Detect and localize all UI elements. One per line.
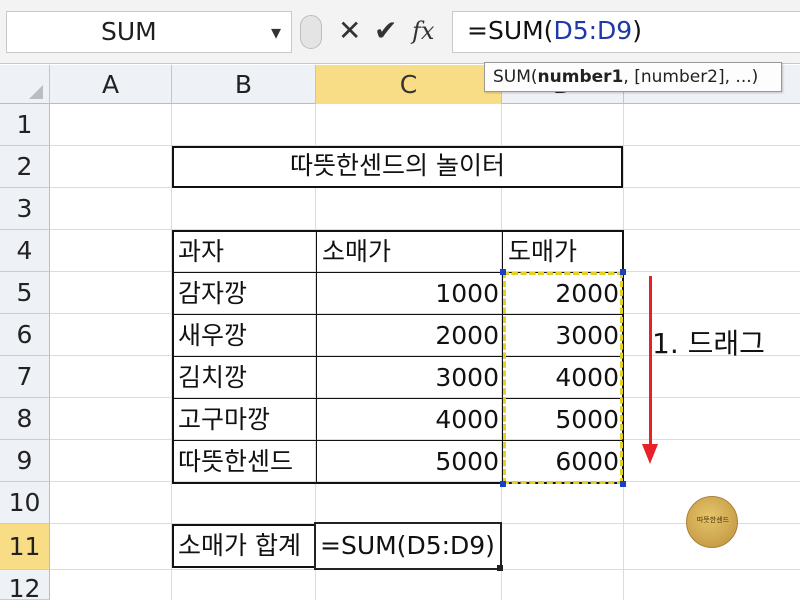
column-header-a[interactable]: A xyxy=(50,65,172,104)
retail-price-cell[interactable]: 2000 xyxy=(317,316,502,356)
insert-function-icon[interactable]: fx xyxy=(412,17,434,45)
row-header-8[interactable]: 8 xyxy=(0,398,50,440)
range-corner-handle[interactable] xyxy=(620,481,626,487)
row-header-3[interactable]: 3 xyxy=(0,188,50,230)
spreadsheet-grid[interactable]: 따뜻한센드의 놀이터 과자 소매가 도매가 감자깡 1000 2000 새우깡 … xyxy=(50,104,800,600)
range-corner-handle[interactable] xyxy=(620,269,626,275)
range-corner-handle[interactable] xyxy=(500,481,506,487)
formula-range-ref: D5:D9 xyxy=(553,16,633,45)
sum-label-cell[interactable]: 소매가 합계 xyxy=(172,524,316,568)
retail-price-cell[interactable]: 5000 xyxy=(317,442,502,482)
row-header-10[interactable]: 10 xyxy=(0,482,50,524)
row-header-12[interactable]: 12 xyxy=(0,570,50,600)
fill-handle[interactable] xyxy=(497,565,503,571)
tooltip-arg-number1[interactable]: number1 xyxy=(538,67,624,87)
item-name-cell[interactable]: 김치깡 xyxy=(178,358,247,398)
name-box[interactable]: SUM ▾ xyxy=(6,11,292,53)
formula-buttons: ✕ ✔ fx xyxy=(294,11,452,53)
row-header-9[interactable]: 9 xyxy=(0,440,50,482)
blog-stamp-logo: 따뜻한센드 xyxy=(686,496,738,548)
row-header-11[interactable]: 11 xyxy=(0,524,50,570)
item-name-cell[interactable]: 따뜻한센드 xyxy=(178,442,293,482)
formula-text: =SUM(D5:D9) xyxy=(467,16,642,45)
row-header-5[interactable]: 5 xyxy=(0,272,50,314)
formula-bar: SUM ▾ ✕ ✔ fx =SUM(D5:D9) xyxy=(0,0,800,64)
item-name-cell[interactable]: 감자깡 xyxy=(178,274,247,314)
retail-price-cell[interactable]: 4000 xyxy=(317,400,502,440)
enter-icon[interactable]: ✔ xyxy=(374,14,397,47)
tooltip-prefix: SUM( xyxy=(493,67,538,87)
row-header-2[interactable]: 2 xyxy=(0,146,50,188)
formula-suffix: ) xyxy=(632,16,642,45)
row-header-6[interactable]: 6 xyxy=(0,314,50,356)
row-header-1[interactable]: 1 xyxy=(0,104,50,146)
drag-arrow-icon xyxy=(649,276,652,448)
retail-price-cell[interactable]: 1000 xyxy=(317,274,502,314)
header-cell-snack[interactable]: 과자 xyxy=(178,232,224,272)
column-header-b[interactable]: B xyxy=(172,65,316,104)
item-name-cell[interactable]: 고구마깡 xyxy=(178,400,270,440)
active-cell-c11[interactable]: =SUM(D5:D9) xyxy=(314,522,502,570)
tooltip-rest: , [number2], ...) xyxy=(623,67,759,87)
formula-prefix: =SUM( xyxy=(467,16,554,45)
retail-price-cell[interactable]: 3000 xyxy=(317,358,502,398)
arrow-head-icon xyxy=(642,444,658,464)
function-argument-tooltip: SUM(number1, [number2], ...) xyxy=(484,62,782,92)
column-header-c[interactable]: C xyxy=(316,65,502,104)
header-cell-retail[interactable]: 소매가 xyxy=(322,232,391,272)
stamp-text: 따뜻한센드 xyxy=(696,516,730,524)
row-header-4[interactable]: 4 xyxy=(0,230,50,272)
drag-instruction: 1. 드래그 xyxy=(652,327,765,360)
sum-label: 소매가 합계 xyxy=(178,531,301,560)
active-cell-formula: =SUM(D5:D9) xyxy=(320,531,495,560)
header-cell-wholesale[interactable]: 도매가 xyxy=(508,232,577,272)
chevron-down-icon[interactable]: ▾ xyxy=(271,20,281,44)
row-header-7[interactable]: 7 xyxy=(0,356,50,398)
resize-grip-icon[interactable] xyxy=(300,15,322,49)
sheet-title: 따뜻한센드의 놀이터 xyxy=(290,151,505,180)
range-corner-handle[interactable] xyxy=(500,269,506,275)
cancel-icon[interactable]: ✕ xyxy=(338,14,361,47)
select-all-button[interactable] xyxy=(0,65,50,104)
item-name-cell[interactable]: 새우깡 xyxy=(178,316,247,356)
name-box-value: SUM xyxy=(101,17,157,46)
formula-input[interactable]: =SUM(D5:D9) xyxy=(452,11,800,53)
title-cell[interactable]: 따뜻한센드의 놀이터 xyxy=(172,146,623,188)
range-selection-marquee xyxy=(503,272,623,484)
